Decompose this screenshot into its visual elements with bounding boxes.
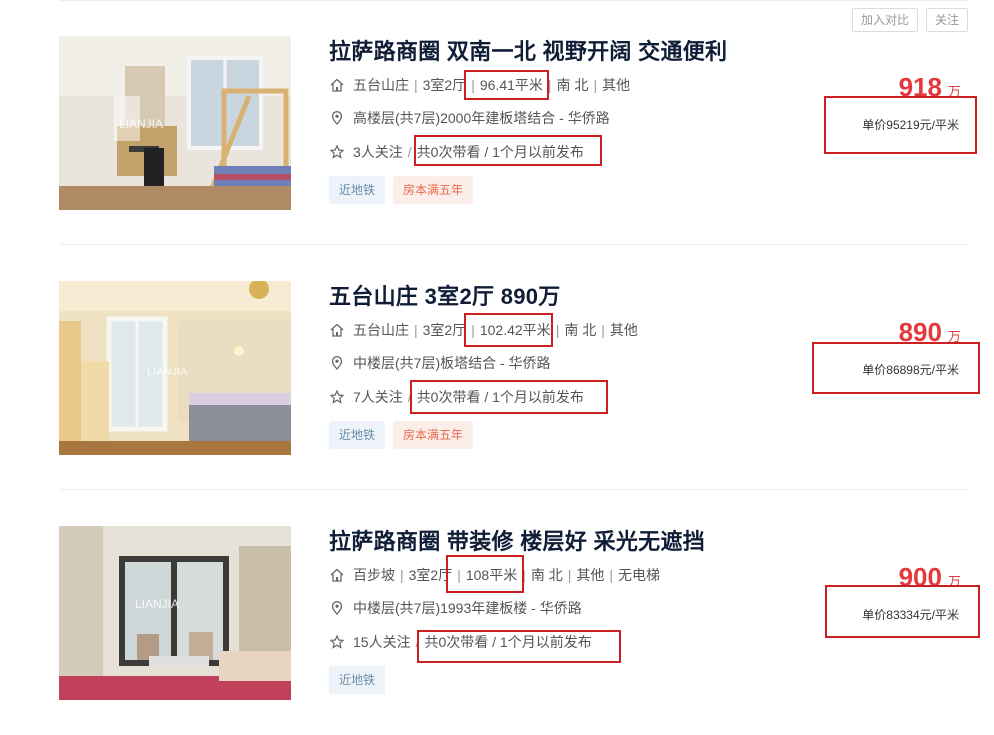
orientation: 南 北: [556, 77, 589, 93]
listing-title[interactable]: 五台山庄 3室2厅 890万: [329, 279, 561, 311]
tag-subway: 近地铁: [329, 666, 386, 694]
watermark: LIANJIA: [135, 597, 179, 611]
listing-card[interactable]: LIANJIA 五台山庄 3室2厅 890万 五台山庄 | 3室2厅 | 102…: [59, 245, 969, 490]
total-price-unit: 万: [947, 84, 961, 99]
star-icon: [329, 144, 345, 160]
area: 96.41平米: [479, 77, 543, 93]
house-info: 五台山庄 | 3室2厅 | 96.41平米 | 南 北 | 其他: [329, 75, 630, 95]
total-price-unit: 万: [947, 329, 961, 344]
orientation: 南 北: [564, 322, 597, 338]
visit-info: 共0次带看 / 1个月以前发布: [424, 634, 592, 650]
location-pin-icon: [329, 110, 345, 126]
listing-title[interactable]: 拉萨路商圈 带装修 楼层好 采光无遮挡: [329, 524, 705, 556]
tag-list: 近地铁: [329, 666, 386, 694]
unit-price: 单价95219元/平米: [862, 118, 959, 132]
followers-count: 7人关注: [353, 389, 403, 405]
unit-price: 单价83334元/平米: [862, 608, 959, 622]
layout: 3室2厅: [422, 322, 467, 338]
floor-info: 中楼层(共7层)1993年建板楼 - 华侨路: [353, 600, 582, 616]
total-price-value: 890: [898, 317, 942, 347]
star-icon: [329, 389, 345, 405]
layout: 3室2厅: [422, 77, 467, 93]
listing-photo[interactable]: LIANJIA: [59, 36, 291, 210]
tag-list: 近地铁 房本满五年: [329, 176, 474, 204]
position-info: 高楼层(共7层)2000年建板塔结合 - 华侨路: [329, 108, 610, 128]
watermark: LIANJIA: [147, 366, 188, 378]
followers-count: 15人关注: [353, 634, 411, 650]
orientation: 南 北: [530, 567, 563, 583]
tag-subway: 近地铁: [329, 421, 386, 449]
house-icon: [329, 322, 345, 338]
tag-five-years: 房本满五年: [393, 421, 474, 449]
location-pin-icon: [329, 600, 345, 616]
house-info: 百步坡 | 3室2厅 | 108平米 | 南 北 | 其他 | 无电梯: [329, 565, 660, 585]
tag-list: 近地铁 房本满五年: [329, 421, 474, 449]
followers-count: 3人关注: [353, 144, 403, 160]
area: 102.42平米: [479, 322, 551, 338]
total-price-value: 900: [898, 562, 942, 592]
elevator: 无电梯: [618, 567, 661, 583]
listing-photo[interactable]: LIANJIA: [59, 281, 291, 455]
total-price: 890 万: [899, 319, 961, 345]
total-price-unit: 万: [947, 574, 961, 589]
follow-info: 3人关注 / 共0次带看 / 1个月以前发布: [329, 142, 584, 162]
position-info: 中楼层(共7层)板塔结合 - 华侨路: [329, 353, 551, 373]
star-icon: [329, 634, 345, 650]
decor: 其他: [602, 77, 631, 93]
community-link[interactable]: 百步坡: [353, 565, 395, 585]
total-price: 918 万: [899, 74, 961, 100]
unit-price: 单价86898元/平米: [862, 363, 959, 377]
area: 108平米: [465, 567, 518, 583]
listing-card[interactable]: LIANJIA 拉萨路商圈 双南一北 视野开阔 交通便利 五台山庄 | 3室2厅…: [59, 0, 969, 245]
community-link[interactable]: 五台山庄: [353, 75, 409, 95]
decor: 其他: [576, 567, 605, 583]
tag-five-years: 房本满五年: [393, 176, 474, 204]
follow-info: 15人关注 / 共0次带看 / 1个月以前发布: [329, 632, 592, 652]
visit-info: 共0次带看 / 1个月以前发布: [416, 389, 584, 405]
community-link[interactable]: 五台山庄: [353, 320, 409, 340]
watermark: LIANJIA: [119, 117, 163, 131]
position-info: 中楼层(共7层)1993年建板楼 - 华侨路: [329, 598, 582, 618]
tag-subway: 近地铁: [329, 176, 386, 204]
house-info: 五台山庄 | 3室2厅 | 102.42平米 | 南 北 | 其他: [329, 320, 638, 340]
decor: 其他: [609, 322, 638, 338]
floor-info: 中楼层(共7层)板塔结合 - 华侨路: [353, 355, 551, 371]
location-pin-icon: [329, 355, 345, 371]
total-price: 900 万: [899, 564, 961, 590]
follow-info: 7人关注 / 共0次带看 / 1个月以前发布: [329, 387, 584, 407]
listing-title[interactable]: 拉萨路商圈 双南一北 视野开阔 交通便利: [329, 34, 727, 66]
visit-info: 共0次带看 / 1个月以前发布: [416, 144, 584, 160]
listing-photo[interactable]: LIANJIA: [59, 526, 291, 700]
floor-info: 高楼层(共7层)2000年建板塔结合 - 华侨路: [353, 110, 610, 126]
listing-card[interactable]: LIANJIA 拉萨路商圈 带装修 楼层好 采光无遮挡 百步坡 | 3室2厅 |…: [59, 490, 969, 735]
total-price-value: 918: [898, 72, 942, 102]
house-icon: [329, 567, 345, 583]
house-icon: [329, 77, 345, 93]
layout: 3室2厅: [408, 567, 453, 583]
